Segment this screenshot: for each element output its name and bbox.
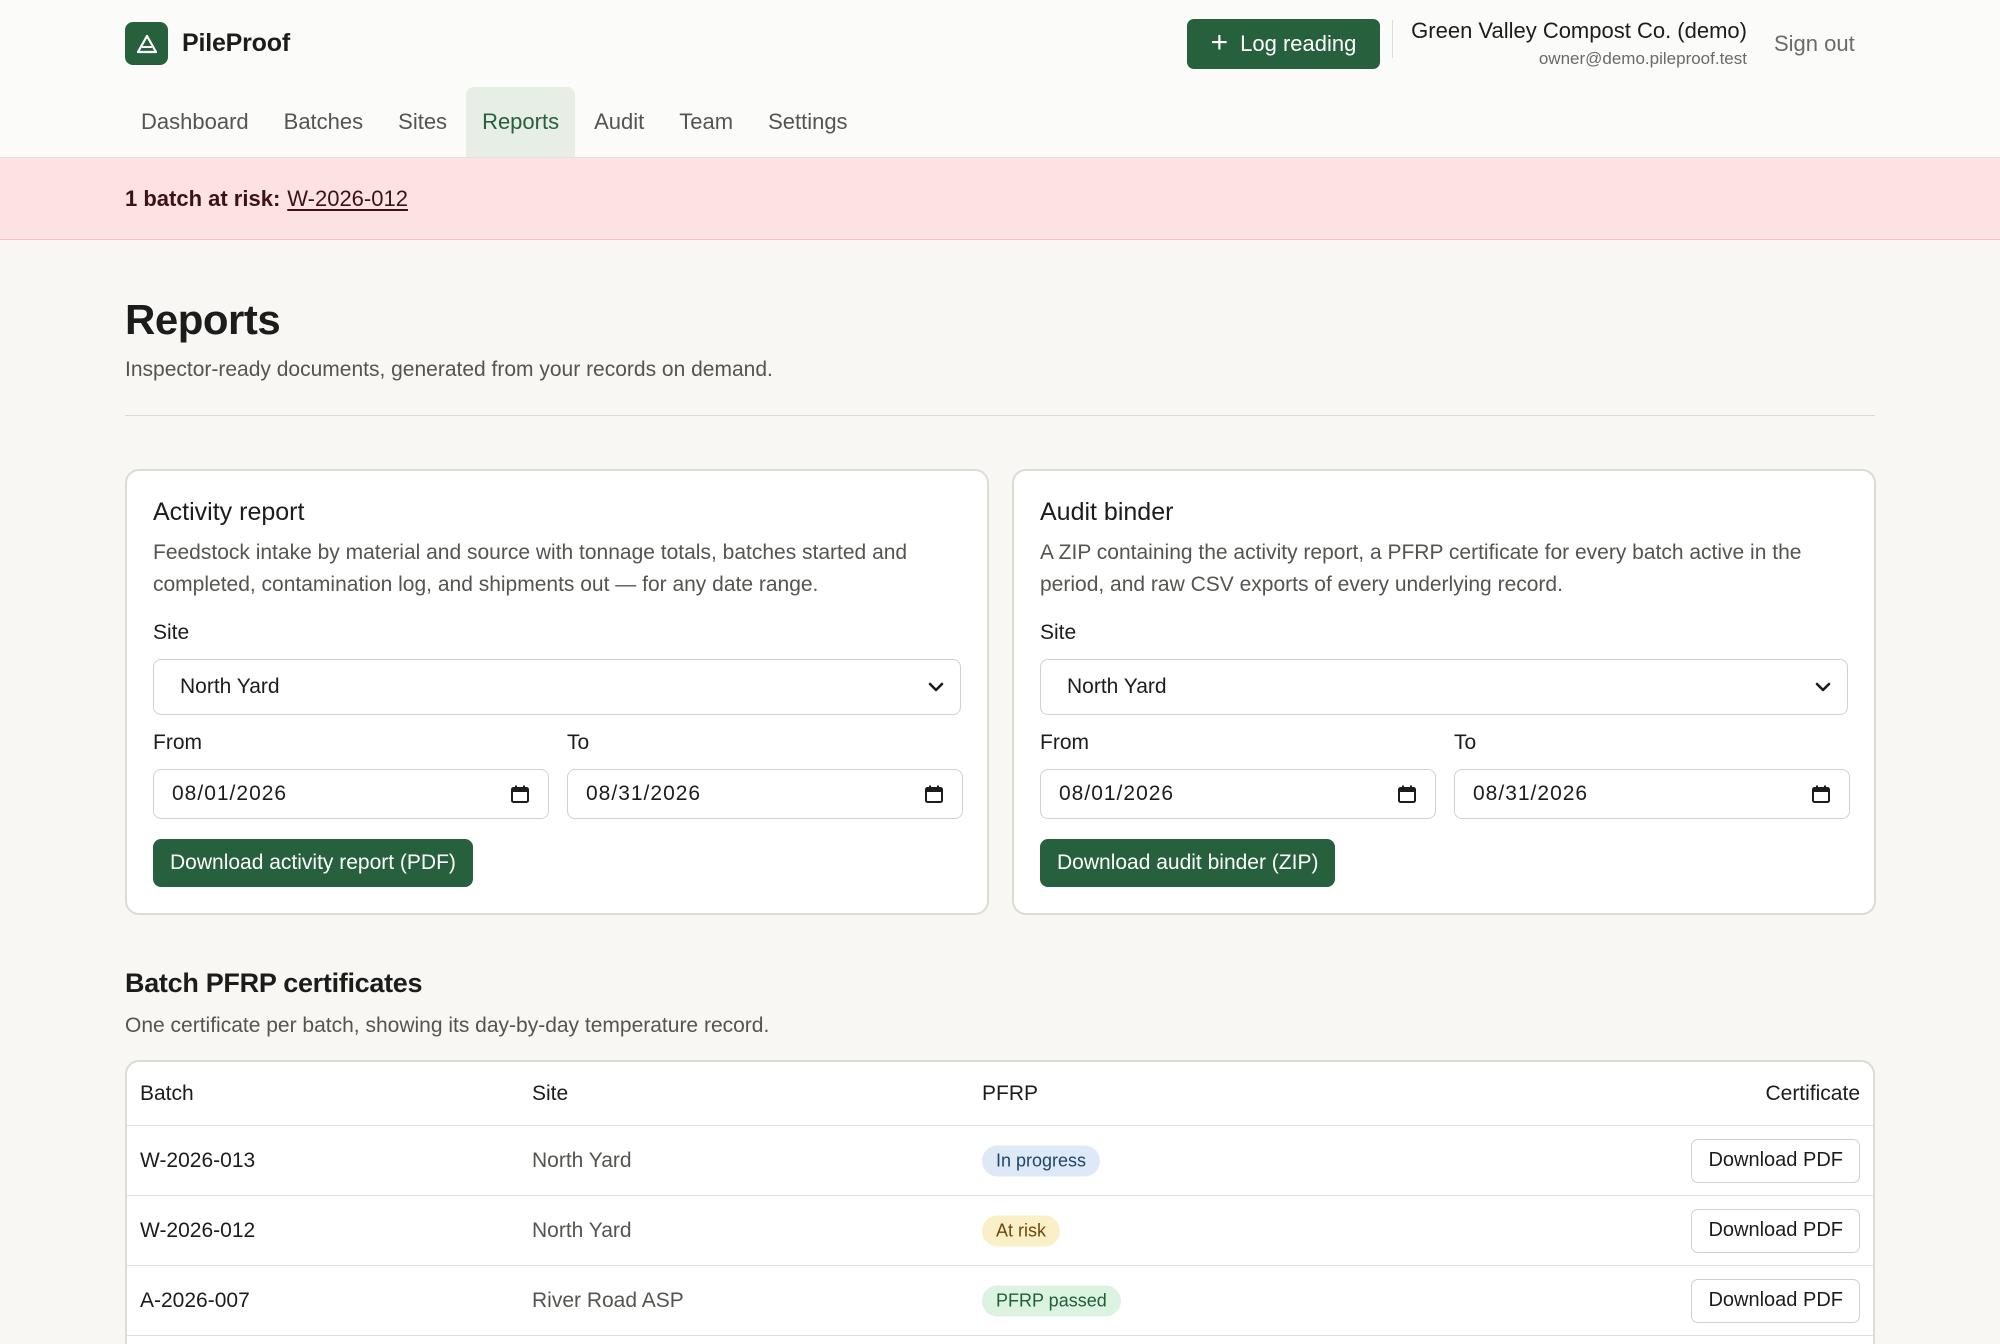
- activity-card-description: Feedstock intake by material and source …: [153, 541, 908, 596]
- row-site: North Yard: [532, 1218, 632, 1242]
- triangle-icon: [125, 22, 168, 65]
- user-email: owner@demo.pileproof.test: [1538, 49, 1747, 68]
- audit-from-value: 08/01/2026: [1059, 782, 1175, 805]
- alert-batch-link[interactable]: W-2026-012: [287, 186, 408, 212]
- audit-from-date-input[interactable]: 08/01/2026: [1040, 769, 1436, 819]
- audit-to-label: To: [1454, 731, 1477, 754]
- log-reading-label: Log reading: [1240, 31, 1357, 56]
- app-logo[interactable]: PileProof: [125, 22, 290, 65]
- section-divider: [125, 415, 1875, 416]
- certificates-title: Batch PFRP certificates: [125, 968, 423, 998]
- certificates-table: Batch Site PFRP Certificate W-2026-013 N…: [125, 1060, 1875, 1344]
- main-nav: Dashboard Batches Sites Reports Audit Te…: [125, 87, 867, 157]
- risk-alert-banner: 1 batch at risk: W-2026-012: [0, 158, 2000, 240]
- activity-to-date-input[interactable]: 08/31/2026: [567, 769, 963, 819]
- column-header-batch: Batch: [140, 1081, 194, 1105]
- table-row: W-2026-012 North Yard At risk Download P…: [127, 1196, 1873, 1266]
- row-site: North Yard: [532, 1148, 632, 1172]
- calendar-icon[interactable]: [1811, 784, 1831, 804]
- log-reading-button[interactable]: + Log reading: [1187, 19, 1380, 69]
- alert-prefix: 1 batch at risk:: [125, 185, 281, 211]
- activity-from-value: 08/01/2026: [172, 782, 288, 805]
- status-badge-label: PFRP passed: [982, 1285, 1121, 1316]
- nav-audit[interactable]: Audit: [578, 87, 660, 157]
- top-header: PileProof + Log reading Green Valley Com…: [0, 0, 2000, 158]
- audit-site-value: North Yard: [1067, 675, 1167, 698]
- table-row: W-2026-013 North Yard In progress Downlo…: [127, 1126, 1873, 1196]
- download-audit-binder-button[interactable]: Download audit binder (ZIP): [1040, 839, 1336, 887]
- app-name: PileProof: [182, 29, 290, 57]
- activity-card-title: Activity report: [153, 498, 305, 526]
- column-header-pfrp: PFRP: [982, 1081, 1039, 1105]
- audit-site-select[interactable]: North Yard: [1040, 659, 1848, 715]
- row-action: Download PDF: [1691, 1138, 1860, 1183]
- nav-reports[interactable]: Reports: [466, 87, 576, 157]
- sign-out-link[interactable]: Sign out: [1774, 31, 1855, 57]
- activity-to-label: To: [567, 731, 590, 754]
- audit-card-description: A ZIP containing the activity report, a …: [1040, 541, 1802, 596]
- row-batch-id: A-2026-007: [140, 1288, 250, 1312]
- page-title: Reports: [125, 296, 281, 343]
- status-badge: PFRP passed: [982, 1285, 1121, 1316]
- table-row: A-2026-007 River Road ASP PFRP passed Do…: [127, 1266, 1873, 1336]
- download-pdf-button[interactable]: Download PDF: [1691, 1278, 1860, 1323]
- chevron-down-icon: [1815, 682, 1831, 692]
- main-content: Reports Inspector-ready documents, gener…: [0, 240, 2000, 1344]
- audit-from-label: From: [1040, 731, 1089, 754]
- status-badge: At risk: [982, 1215, 1061, 1246]
- calendar-icon[interactable]: [924, 784, 944, 804]
- column-header-site: Site: [532, 1081, 569, 1105]
- download-pdf-button[interactable]: Download PDF: [1691, 1208, 1860, 1253]
- activity-site-select[interactable]: North Yard: [153, 659, 961, 715]
- row-batch-id: W-2026-012: [140, 1218, 256, 1242]
- download-activity-report-button[interactable]: Download activity report (PDF): [153, 839, 473, 887]
- nav-sites[interactable]: Sites: [382, 87, 463, 157]
- calendar-icon[interactable]: [510, 784, 530, 804]
- plus-icon: +: [1210, 25, 1229, 59]
- table-header-row: Batch Site PFRP Certificate: [127, 1062, 1873, 1126]
- nav-team[interactable]: Team: [663, 87, 749, 157]
- download-pdf-button[interactable]: Download PDF: [1691, 1138, 1860, 1183]
- column-header-certificate: Certificate: [1765, 1081, 1860, 1105]
- header-divider: [1392, 20, 1393, 58]
- audit-to-value: 08/31/2026: [1473, 782, 1589, 805]
- row-batch-id: W-2026-013: [140, 1148, 256, 1172]
- audit-to-date-input[interactable]: 08/31/2026: [1454, 769, 1850, 819]
- calendar-icon[interactable]: [1397, 784, 1417, 804]
- page-subtitle: Inspector-ready documents, generated fro…: [125, 358, 773, 381]
- nav-settings[interactable]: Settings: [752, 87, 864, 157]
- activity-site-value: North Yard: [180, 675, 280, 698]
- activity-to-value: 08/31/2026: [586, 782, 702, 805]
- status-badge-label: At risk: [982, 1215, 1061, 1246]
- activity-site-label: Site: [153, 621, 190, 644]
- activity-report-card: Activity report Feedstock intake by mate…: [125, 469, 989, 915]
- audit-binder-card: Audit binder A ZIP containing the activi…: [1012, 469, 1876, 915]
- activity-from-label: From: [153, 731, 202, 754]
- audit-site-label: Site: [1040, 621, 1077, 644]
- status-badge-label: In progress: [982, 1145, 1101, 1176]
- row-site: River Road ASP: [532, 1288, 684, 1312]
- nav-batches[interactable]: Batches: [268, 87, 380, 157]
- user-name: Green Valley Compost Co. (demo): [1411, 18, 1747, 43]
- activity-from-date-input[interactable]: 08/01/2026: [153, 769, 549, 819]
- status-badge: In progress: [982, 1145, 1101, 1176]
- certificates-subtitle: One certificate per batch, showing its d…: [125, 1014, 770, 1037]
- nav-dashboard[interactable]: Dashboard: [125, 87, 265, 157]
- audit-card-title: Audit binder: [1040, 498, 1174, 526]
- row-action: Download PDF: [1691, 1208, 1860, 1253]
- user-info: Green Valley Compost Co. (demo) owner@de…: [1411, 18, 1747, 69]
- row-action: Download PDF: [1691, 1278, 1860, 1323]
- chevron-down-icon: [928, 682, 944, 692]
